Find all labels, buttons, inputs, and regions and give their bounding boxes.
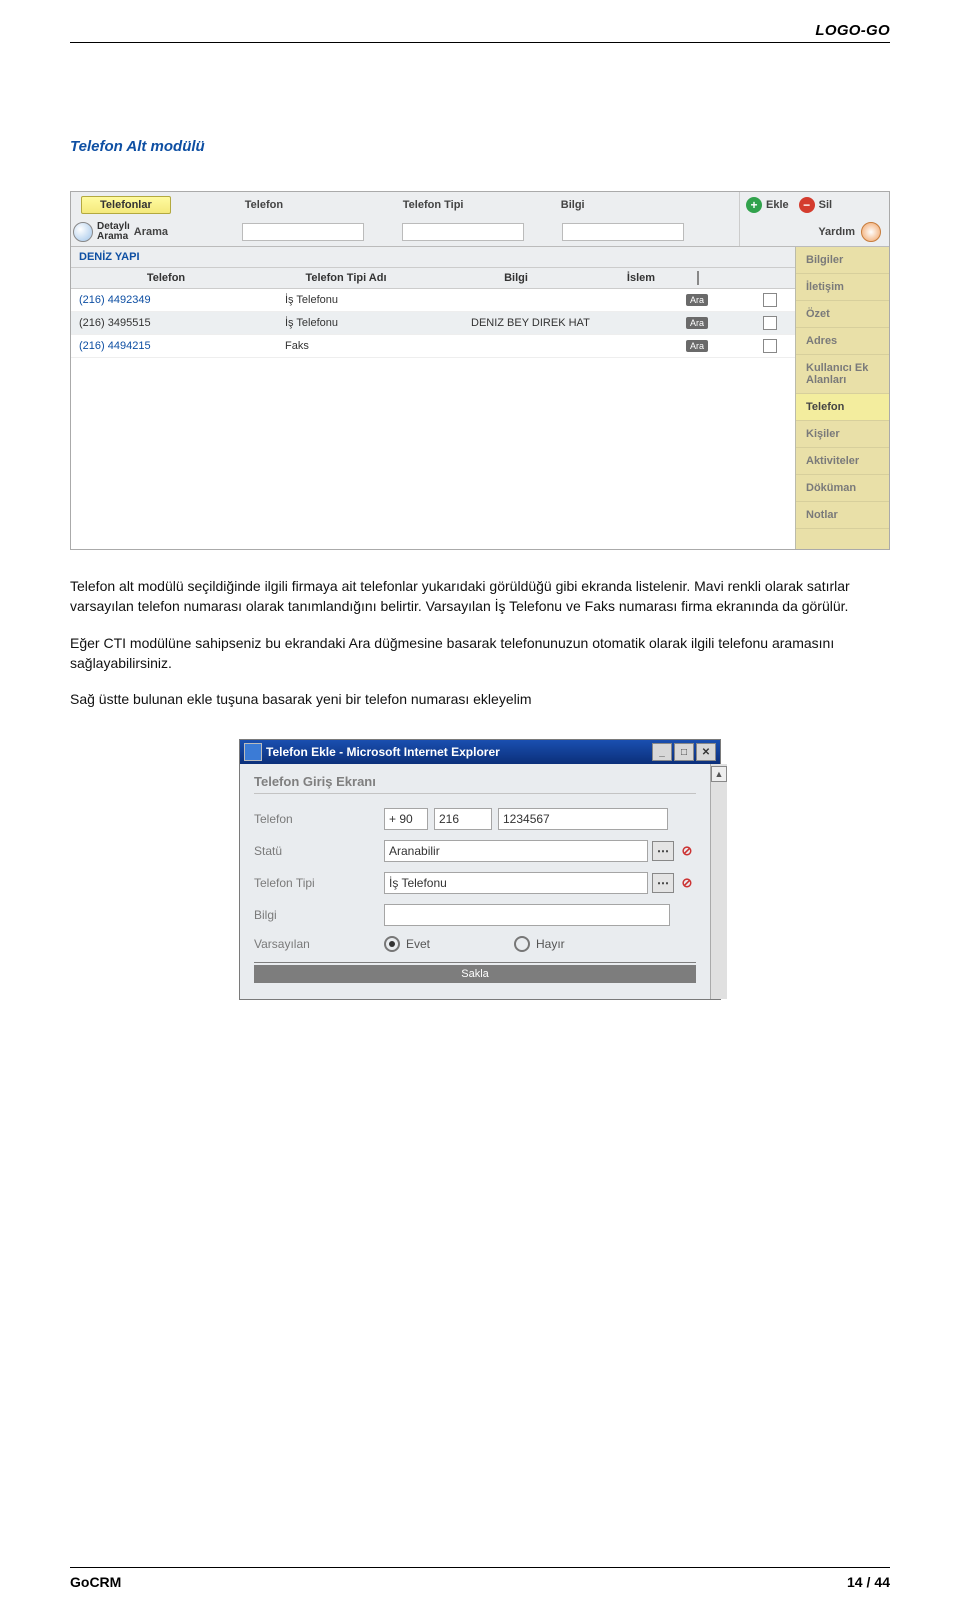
filter-tip-input[interactable] — [402, 223, 524, 241]
select-statu[interactable]: Aranabilir — [384, 840, 648, 862]
row-checkbox[interactable] — [763, 339, 777, 353]
grid-header: Telefon Telefon Tipi Adı Bilgi İslem — [71, 268, 795, 289]
radio-evet[interactable] — [384, 936, 400, 952]
table-row[interactable]: (216) 4494215 Faks Ara — [71, 335, 795, 358]
sidebar: Bilgiler İletişim Özet Adres Kullanıcı E… — [795, 247, 889, 549]
label-telefon: Telefon — [254, 812, 384, 826]
row-tel: (216) 3495515 — [71, 317, 277, 329]
divider — [254, 962, 696, 963]
sidebar-item-adres[interactable]: Adres — [796, 328, 889, 355]
sidebar-item-bilgiler[interactable]: Bilgiler — [796, 247, 889, 274]
clear-icon[interactable]: ⊘ — [678, 842, 696, 860]
select-tip[interactable]: İş Telefonu — [384, 872, 648, 894]
row-checkbox[interactable] — [763, 316, 777, 330]
dialog-titlebar: Telefon Ekle - Microsoft Internet Explor… — [240, 740, 720, 764]
filter-bilgi-input[interactable] — [562, 223, 684, 241]
row-tip: İş Telefonu — [277, 294, 463, 306]
row-tel: (216) 4492349 — [71, 294, 277, 306]
row-checkbox[interactable] — [763, 293, 777, 307]
detailed-search-link[interactable]: Detaylı Arama — [97, 222, 130, 242]
input-phone-number[interactable]: 1234567 — [498, 808, 668, 830]
col-bilgi: Bilgi — [431, 268, 601, 288]
select-all-checkbox[interactable] — [697, 271, 699, 285]
col-telefon: Telefon — [71, 268, 261, 288]
col-tip-ad: Telefon Tipi Adı — [261, 268, 431, 288]
add-button[interactable]: Ekle — [766, 199, 789, 211]
sidebar-item-telefon[interactable]: Telefon — [796, 394, 889, 421]
input-area-code[interactable]: 216 — [434, 808, 492, 830]
input-bilgi[interactable] — [384, 904, 670, 926]
sidebar-item-kisiler[interactable]: Kişiler — [796, 421, 889, 448]
sidebar-item-ozet[interactable]: Özet — [796, 301, 889, 328]
company-name: DENİZ YAPI — [71, 247, 795, 268]
header-tip: Telefon Tipi — [403, 199, 561, 211]
col-check — [681, 268, 715, 288]
col-islem: İslem — [601, 268, 681, 288]
paragraph: Sağ üstte bulunan ekle tuşuna basarak ye… — [70, 689, 890, 709]
grid-body: (216) 4492349 İş Telefonu Ara (216) 3495… — [71, 289, 795, 549]
row-tip: İş Telefonu — [277, 317, 463, 329]
header-telefon: Telefon — [245, 199, 403, 211]
body-text: Telefon alt modülü seçildiğinde ilgili f… — [70, 576, 890, 709]
lookup-button[interactable]: ⋯ — [652, 873, 674, 893]
row-bilgi: DENIZ BEY DIREK HAT — [463, 317, 649, 329]
sidebar-item-dokuman[interactable]: Döküman — [796, 475, 889, 502]
brand-header: LOGO-GO — [815, 22, 890, 39]
paragraph: Eğer CTI modülüne sahipseniz bu ekrandak… — [70, 633, 890, 674]
sidebar-item-notlar[interactable]: Notlar — [796, 502, 889, 529]
row-tel: (216) 4494215 — [71, 340, 277, 352]
paragraph: Telefon alt modülü seçildiğinde ilgili f… — [70, 576, 890, 617]
input-country-code[interactable]: + 90 — [384, 808, 428, 830]
clear-icon[interactable]: ⊘ — [678, 874, 696, 892]
maximize-button[interactable]: □ — [674, 743, 694, 761]
scrollbar[interactable]: ▲ — [710, 764, 727, 999]
add-phone-dialog: Telefon Ekle - Microsoft Internet Explor… — [239, 739, 721, 1000]
footer-left: GoCRM — [70, 1574, 121, 1590]
page-sep: / — [867, 1574, 871, 1590]
sidebar-item-ek-alanlar[interactable]: Kullanıcı Ek Alanları — [796, 355, 889, 394]
radio-hayir[interactable] — [514, 936, 530, 952]
sidebar-item-iletisim[interactable]: İletişim — [796, 274, 889, 301]
dialog-header: Telefon Giriş Ekranı — [254, 774, 696, 789]
lookup-button[interactable]: ⋯ — [652, 841, 674, 861]
radio-evet-label: Evet — [406, 937, 430, 951]
search-icon[interactable] — [73, 222, 93, 242]
filter-telefon-input[interactable] — [242, 223, 364, 241]
radio-hayir-label: Hayır — [536, 937, 565, 951]
call-button[interactable]: Ara — [686, 317, 708, 329]
scroll-up-icon[interactable]: ▲ — [711, 766, 727, 782]
module-screenshot: Telefonlar Telefon Telefon Tipi Bilgi De… — [70, 191, 890, 550]
table-row[interactable]: (216) 4492349 İş Telefonu Ara — [71, 289, 795, 312]
call-button[interactable]: Ara — [686, 294, 708, 306]
label-varsayilan: Varsayılan — [254, 937, 384, 951]
label-bilgi: Bilgi — [254, 908, 384, 922]
tab-telefonlar[interactable]: Telefonlar — [81, 196, 171, 214]
page-total: 44 — [874, 1574, 890, 1590]
divider — [254, 793, 696, 794]
close-button[interactable]: ✕ — [696, 743, 716, 761]
table-row[interactable]: (216) 3495515 İş Telefonu DENIZ BEY DIRE… — [71, 312, 795, 335]
delete-button[interactable]: Sil — [819, 199, 832, 211]
help-link[interactable]: Yardım — [818, 226, 855, 238]
help-icon[interactable] — [861, 222, 881, 242]
ie-icon — [244, 743, 262, 761]
label-statu: Statü — [254, 844, 384, 858]
top-rule — [70, 42, 890, 43]
plus-icon[interactable]: + — [746, 197, 762, 213]
call-button[interactable]: Ara — [686, 340, 708, 352]
save-button[interactable]: Sakla — [254, 965, 696, 983]
section-title: Telefon Alt modülü — [70, 138, 890, 155]
sidebar-item-aktiviteler[interactable]: Aktiviteler — [796, 448, 889, 475]
row-tip: Faks — [277, 340, 463, 352]
header-bilgi: Bilgi — [561, 199, 719, 211]
toolbar: Telefonlar Telefon Telefon Tipi Bilgi De… — [71, 192, 889, 247]
page-footer: GoCRM 14 / 44 — [70, 1567, 890, 1590]
dialog-title-text: Telefon Ekle - Microsoft Internet Explor… — [266, 745, 500, 759]
minus-icon[interactable]: − — [799, 197, 815, 213]
page-number: 14 — [847, 1574, 863, 1590]
label-tip: Telefon Tipi — [254, 876, 384, 890]
minimize-button[interactable]: _ — [652, 743, 672, 761]
search-label: Arama — [134, 226, 168, 238]
